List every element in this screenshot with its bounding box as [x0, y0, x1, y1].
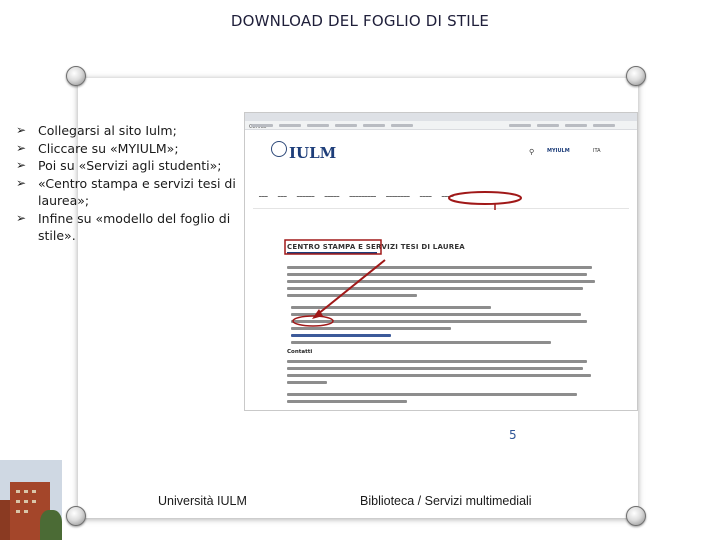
campus-photo: [0, 460, 62, 540]
list-item-text: Infine su «modello del foglio di stile».: [38, 210, 231, 244]
list-item: ➢ «Centro stampa e servizi tesi di laurea…: [16, 175, 238, 210]
arrow-right-icon: ➢: [16, 175, 27, 190]
pushpin-icon: [626, 66, 646, 86]
arrow-right-icon: ➢: [16, 123, 27, 137]
footer-right: Biblioteca / Servizi multimediali: [360, 494, 532, 508]
list-item-text: Collegarsi al sito Iulm;: [38, 123, 177, 138]
highlight-box-section: [284, 239, 382, 255]
pushpin-icon: [66, 506, 86, 526]
page-number: 5: [509, 428, 517, 442]
pushpin-icon: [66, 66, 86, 86]
arrow-right-icon: ➢: [16, 158, 27, 172]
pointer-arrow: [317, 259, 386, 315]
list-item-text: Poi su «Servizi agli studenti»;: [38, 158, 222, 173]
arrow-right-icon: ➢: [16, 210, 27, 225]
website-screenshot: Cervus IULM ⚲ MYIULM ITA ━━━ ━━━ ━━━━━━ …: [244, 112, 638, 411]
list-item: ➢ Cliccare su «MYIULM»;: [16, 140, 238, 158]
annotation-overlay: [284, 191, 522, 327]
slide-title: DOWNLOAD DEL FOGLIO DI STILE: [230, 12, 490, 30]
arrow-right-icon: ➢: [16, 140, 27, 155]
list-item: ➢ Collegarsi al sito Iulm;: [16, 122, 238, 140]
list-item: ➢ Poi su «Servizi agli studenti»;: [16, 157, 238, 175]
highlight-ellipse-nav: [448, 191, 522, 205]
list-item-text: Cliccare su «MYIULM»;: [38, 140, 179, 156]
instructions-list: ➢ Collegarsi al sito Iulm; ➢ Cliccare su «…: [16, 122, 238, 245]
highlight-ellipse-link: [292, 315, 334, 327]
pushpin-icon: [626, 506, 646, 526]
list-item-text: «Centro stampa e servizi tesi di laurea»…: [38, 175, 236, 209]
footer-left: Università IULM: [158, 494, 247, 508]
list-item: ➢ Infine su «modello del foglio di stile»…: [16, 210, 238, 245]
